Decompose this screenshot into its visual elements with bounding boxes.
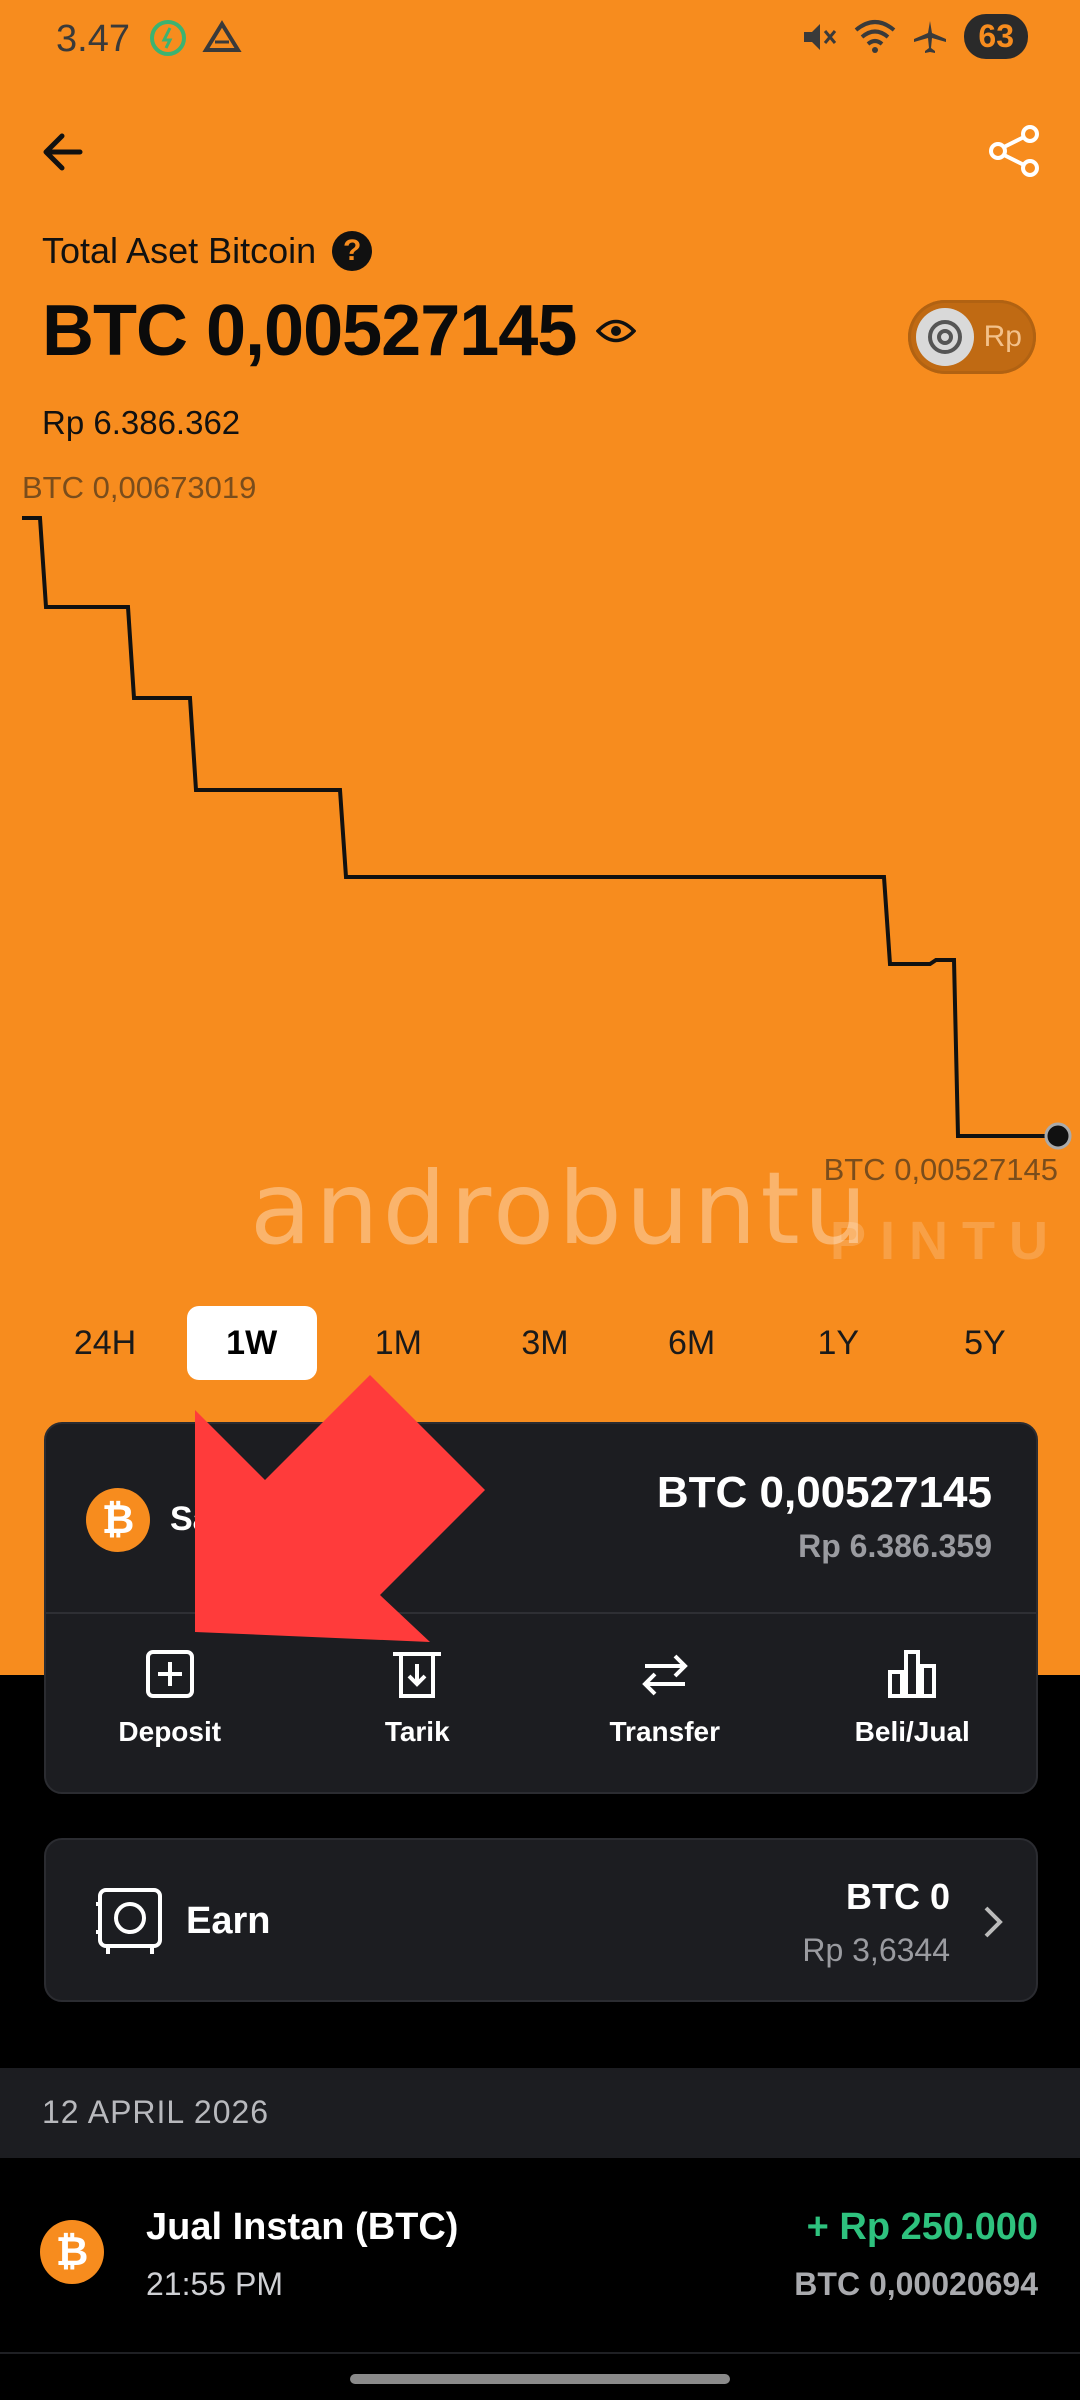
- mute-icon: [804, 23, 837, 50]
- share-icon[interactable]: [986, 122, 1044, 180]
- buy-sell-label: Beli/Jual: [854, 1716, 970, 1747]
- screen: 3.47 63 Total Aset Bitcoin ? BTC 0,00527…: [0, 0, 1080, 2400]
- tab-3m[interactable]: 3M: [480, 1306, 610, 1380]
- asset-fiat-value: Rp 6.386.362: [42, 404, 241, 441]
- status-right-icons: 63: [800, 14, 1028, 59]
- transaction-btc: BTC 0,00020694: [794, 2266, 1038, 2302]
- eye-icon[interactable]: [596, 316, 637, 346]
- asset-balance-row: BTC 0,00527145: [42, 290, 637, 372]
- crypto-circle-icon: [928, 320, 962, 354]
- transaction-title: Jual Instan (BTC): [146, 2206, 459, 2248]
- transaction-row[interactable]: ₿ Jual Instan (BTC) 21:55 PM + Rp 250.00…: [0, 2158, 1080, 2354]
- tab-24h[interactable]: 24H: [40, 1306, 170, 1380]
- earn-fiat: Rp 3,6344: [802, 1932, 950, 1968]
- airplane-icon: [914, 20, 947, 53]
- earn-row[interactable]: Earn BTC 0 Rp 3,6344: [44, 1838, 1038, 2002]
- vault-icon: [96, 1888, 162, 1954]
- annotation-arrow: [195, 1375, 485, 1642]
- transaction-amount: + Rp 250.000: [806, 2206, 1038, 2248]
- withdraw-button[interactable]: Tarik: [294, 1644, 542, 1748]
- chevron-right-icon: [984, 1906, 1003, 1938]
- transaction-time: 21:55 PM: [146, 2266, 283, 2302]
- deposit-label: Deposit: [118, 1716, 222, 1747]
- asset-title: Total Aset Bitcoin: [42, 230, 317, 271]
- watermark-brand: PINTU: [830, 1211, 1062, 1271]
- wallet-btc-balance: BTC 0,00527145: [656, 1468, 992, 1517]
- balance-chart[interactable]: [0, 470, 1080, 1210]
- wallet-fiat-balance: Rp 6.386.359: [798, 1528, 992, 1564]
- plus-square-icon: [145, 1650, 194, 1698]
- data-saver-icon: [150, 20, 186, 56]
- asset-balance: BTC 0,00527145: [42, 291, 577, 371]
- home-indicator[interactable]: [350, 2374, 730, 2384]
- status-time: 3.47: [56, 18, 130, 60]
- status-left-icons: [148, 18, 242, 58]
- transfer-icon: [641, 1654, 688, 1696]
- drive-icon: [202, 20, 242, 52]
- arrow-left-icon[interactable]: [36, 124, 92, 180]
- earn-label: Earn: [186, 1900, 271, 1942]
- history-date: 12 APRIL 2026: [42, 2094, 270, 2130]
- wifi-icon: [855, 19, 896, 53]
- transfer-button[interactable]: Transfer: [541, 1644, 789, 1748]
- bitcoin-icon: ₿: [40, 2220, 104, 2284]
- help-icon[interactable]: ?: [332, 231, 373, 271]
- tab-6m[interactable]: 6M: [627, 1306, 757, 1380]
- withdraw-label: Tarik: [384, 1716, 450, 1747]
- toggle-rp-label: Rp: [983, 320, 1022, 353]
- deposit-button[interactable]: Deposit: [46, 1644, 294, 1748]
- currency-toggle[interactable]: Rp: [908, 300, 1036, 374]
- bitcoin-icon: ₿: [86, 1488, 150, 1552]
- tab-5y[interactable]: 5Y: [920, 1306, 1050, 1380]
- bar-chart-icon: [888, 1650, 937, 1698]
- chart-line: [22, 516, 1058, 1138]
- wallet-actions: Deposit Tarik Transfer Beli/Jual: [46, 1644, 1036, 1748]
- watermark: androbuntu: [250, 1150, 872, 1267]
- chart-end-point: [1044, 1122, 1072, 1150]
- toggle-knob: [916, 308, 974, 366]
- battery-badge: 63: [964, 14, 1028, 59]
- history-date-header: 12 APRIL 2026: [0, 2068, 1080, 2158]
- withdraw-icon: [393, 1652, 442, 1698]
- row-divider: [0, 2352, 1080, 2354]
- asset-title-row: Total Aset Bitcoin ?: [42, 230, 373, 272]
- tab-1y[interactable]: 1Y: [773, 1306, 903, 1380]
- buy-sell-button[interactable]: Beli/Jual: [789, 1644, 1037, 1748]
- earn-btc: BTC 0: [845, 1876, 950, 1917]
- transfer-label: Transfer: [609, 1716, 721, 1747]
